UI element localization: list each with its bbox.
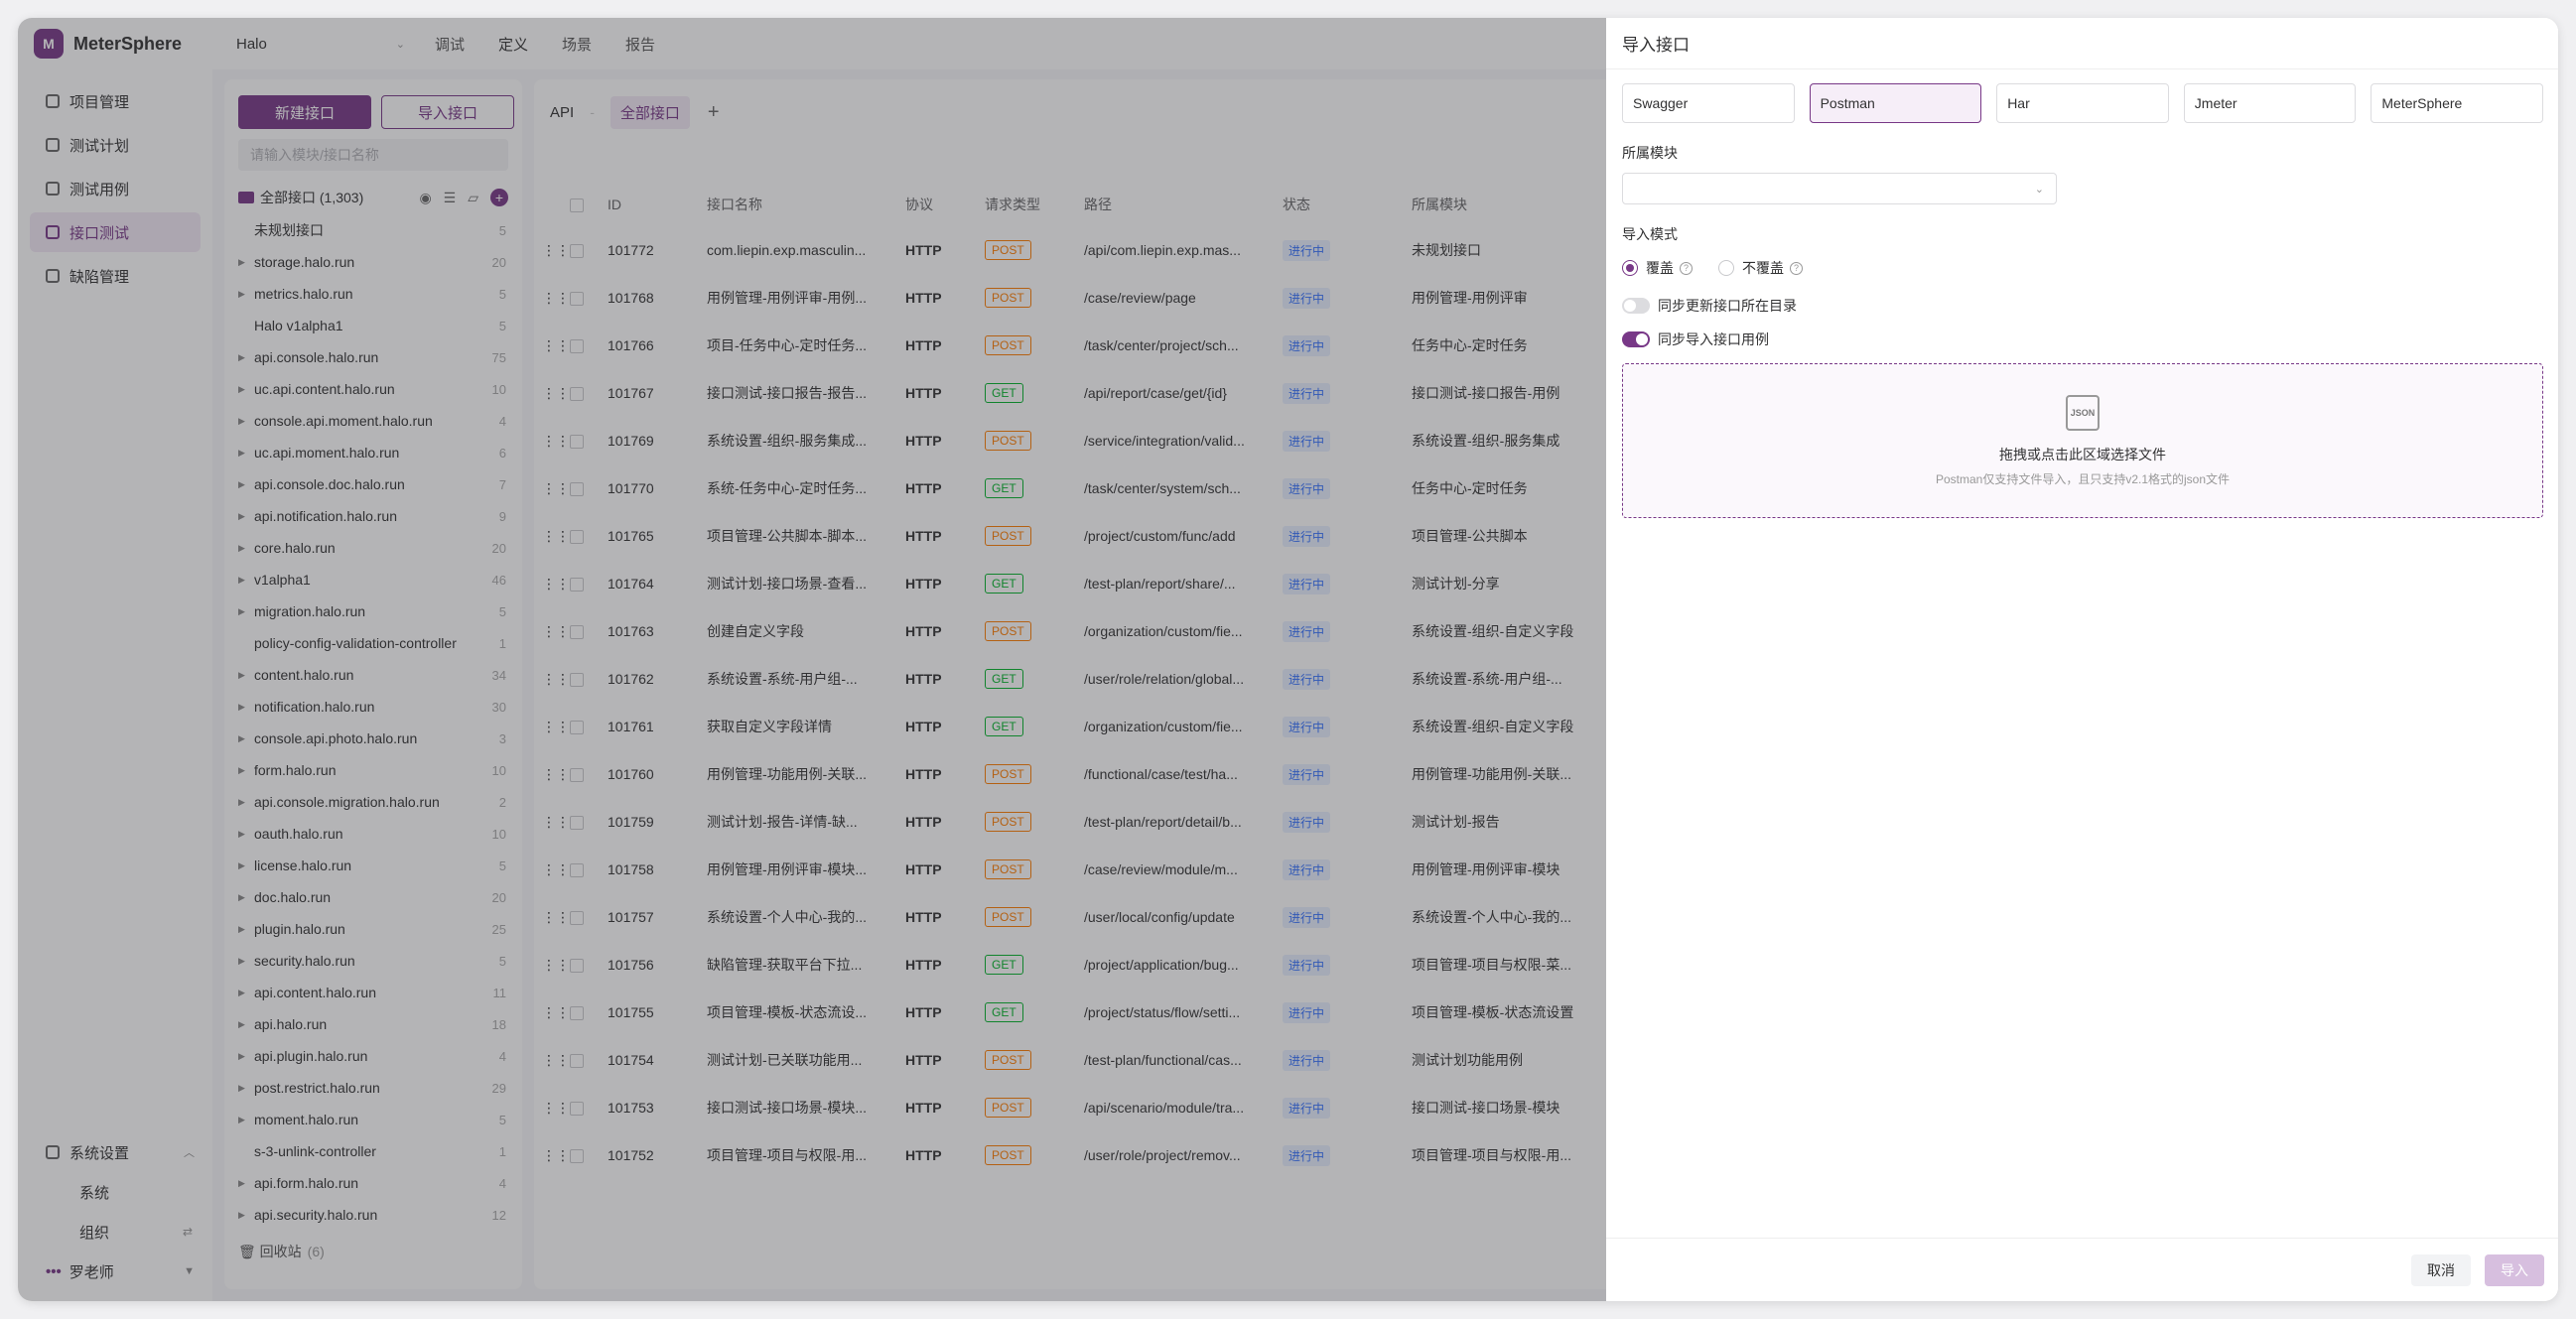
cancel-button[interactable]: 取消 <box>2411 1253 2471 1286</box>
import-mode-label: 导入模式 <box>1622 226 1678 242</box>
module-label: 所属模块 <box>1622 145 1678 161</box>
drawer-title: 导入接口 <box>1606 18 2558 69</box>
help-icon[interactable]: ? <box>1680 261 1693 275</box>
import-api-drawer: 导入接口 Swagger Postman Har Jmeter MeterSphere … <box>1606 18 2558 1301</box>
app-window: M MeterSphere Halo ⌄ 调试 定义 场景 报告 项目管理 测试计划 测试… <box>18 18 2558 1301</box>
sync-case-row: 同步导入接口用例 <box>1622 330 2558 349</box>
module-select[interactable]: ⌄ <box>1622 173 2057 204</box>
sync-dir-row: 同步更新接口所在目录 <box>1622 296 2558 316</box>
sync-case-label: 同步导入接口用例 <box>1658 331 1769 347</box>
sync-dir-label: 同步更新接口所在目录 <box>1658 298 1797 314</box>
import-source-options: Swagger Postman Har Jmeter MeterSphere <box>1622 83 2558 123</box>
import-mode-radio-group: 覆盖? 不覆盖? <box>1622 258 2558 278</box>
import-mode-option[interactable]: 覆盖? <box>1622 258 1693 278</box>
sync-dir-switch[interactable] <box>1622 298 1650 314</box>
import-source-postman[interactable]: Postman <box>1809 83 1982 123</box>
import-mode-option[interactable]: 不覆盖? <box>1718 258 1803 278</box>
file-upload-area[interactable]: JSON 拖拽或点击此区域选择文件 Postman仅支持文件导入，且只支持v2.… <box>1622 363 2543 518</box>
import-mode-option-label: 不覆盖 <box>1742 260 1784 276</box>
import-source-metersphere[interactable]: MeterSphere <box>2371 83 2543 123</box>
json-file-icon: JSON <box>2066 394 2100 431</box>
import-button[interactable]: 导入 <box>2485 1253 2544 1286</box>
help-icon[interactable]: ? <box>1790 261 1803 275</box>
upload-hint-text: Postman仅支持文件导入，且只支持v2.1格式的json文件 <box>1935 471 2231 486</box>
import-mode-option-label: 覆盖 <box>1646 260 1674 276</box>
drawer-footer: 取消 导入 <box>1606 1238 2558 1301</box>
upload-main-text: 拖拽或点击此区域选择文件 <box>1999 446 2166 462</box>
sync-case-switch[interactable] <box>1622 331 1650 347</box>
modal-mask[interactable] <box>18 18 1606 1301</box>
import-source-jmeter[interactable]: Jmeter <box>2183 83 2357 123</box>
chevron-down-icon: ⌄ <box>2034 183 2044 196</box>
radio-button[interactable] <box>1718 260 1734 276</box>
import-source-swagger[interactable]: Swagger <box>1622 83 1795 123</box>
import-source-har[interactable]: Har <box>1996 83 2169 123</box>
radio-button[interactable] <box>1622 260 1638 276</box>
